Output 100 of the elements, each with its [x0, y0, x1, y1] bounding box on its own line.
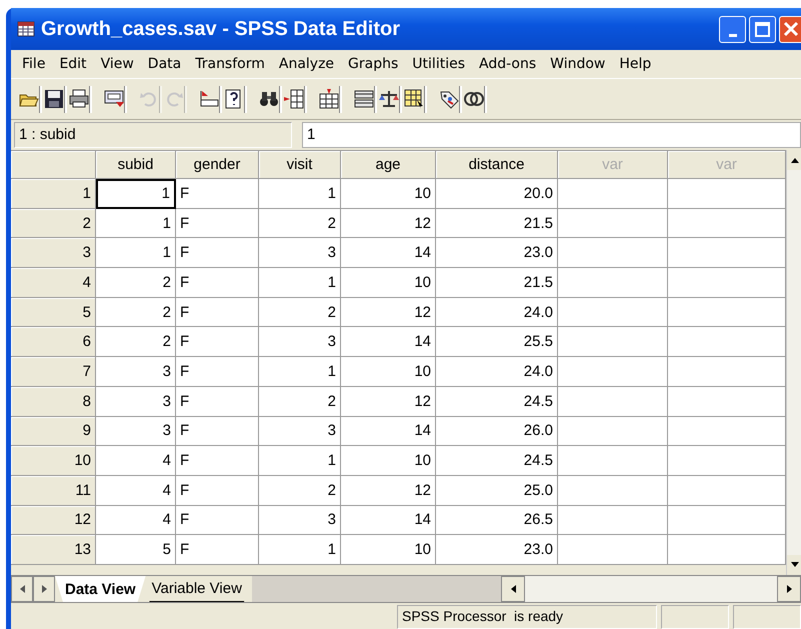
scroll-up-button[interactable] [787, 150, 801, 170]
right-arrow-icon [40, 584, 48, 594]
close-icon [782, 21, 798, 37]
dialog-button[interactable] [102, 86, 127, 112]
table-cell: 3 [96, 416, 176, 446]
row-header[interactable]: 4 [11, 268, 96, 298]
table-cell: 24.0 [436, 357, 558, 387]
row-header[interactable]: 12 [11, 506, 96, 536]
right-arrow-icon [784, 584, 794, 594]
column-header[interactable]: distance [436, 151, 558, 179]
minimize-button[interactable] [719, 16, 746, 42]
split-file-button[interactable] [352, 86, 377, 112]
table-cell: 26.5 [436, 506, 558, 536]
insert-variable-icon [318, 88, 340, 110]
table-cell: F [176, 179, 259, 209]
menu-item[interactable]: Transform [188, 54, 272, 74]
table-cell: 25.0 [436, 476, 558, 506]
table-cell: 25.5 [436, 327, 558, 358]
row-header[interactable]: 3 [11, 238, 96, 268]
table-cell: 12 [341, 298, 436, 328]
table-cell: 10 [341, 535, 436, 565]
menu-item[interactable]: Edit [52, 54, 94, 74]
menu-item[interactable]: Graphs [341, 54, 406, 74]
menu-item[interactable]: Data [140, 54, 188, 74]
table-cell: 4 [96, 476, 176, 506]
table-cell: 10 [341, 446, 436, 476]
table-cell: 2 [96, 327, 176, 358]
table-cell: 2 [259, 208, 341, 238]
table-cell: 20.0 [436, 179, 558, 209]
table-cell: 2 [259, 476, 341, 506]
maximize-icon [755, 22, 770, 36]
menu-item[interactable]: File [15, 54, 52, 74]
row-header[interactable]: 7 [11, 357, 96, 387]
table-cell: 10 [341, 357, 436, 387]
menu-item[interactable]: Utilities [405, 54, 472, 74]
row-header[interactable]: 5 [11, 298, 96, 328]
column-header[interactable]: age [341, 151, 436, 179]
table-cell: 1 [259, 535, 341, 565]
table-cell: 3 [259, 238, 341, 268]
table-cell: 10 [341, 179, 436, 209]
menu-item[interactable]: View [94, 54, 141, 74]
save-button[interactable] [42, 86, 67, 112]
row-header[interactable]: 1 [11, 179, 96, 209]
scale-button[interactable] [377, 86, 402, 112]
first-tab-button[interactable] [11, 576, 33, 602]
table-cell: F [176, 298, 259, 328]
view-tab[interactable]: Data View [55, 576, 146, 602]
table-cell: 2 [96, 268, 176, 298]
binoculars-button[interactable] [257, 86, 282, 112]
row-header[interactable]: 13 [11, 535, 96, 565]
table-cell: F [176, 208, 259, 238]
table-cell: F [176, 476, 259, 506]
printer-button[interactable] [67, 86, 92, 112]
overlapping-circles-button[interactable] [462, 86, 487, 112]
table-cell: 14 [341, 238, 436, 268]
table-cell: 1 [96, 179, 176, 209]
table-cell: 4 [96, 506, 176, 536]
column-header[interactable]: visit [259, 151, 341, 179]
row-header[interactable]: 8 [11, 386, 96, 416]
row-header[interactable]: 11 [11, 476, 96, 506]
select-cases-button[interactable] [402, 86, 427, 112]
table-cell: 14 [341, 506, 436, 536]
menu-item[interactable]: Window [543, 54, 612, 74]
insert-variable-button[interactable] [317, 86, 342, 112]
insert-case-icon [282, 88, 304, 110]
scroll-left-button[interactable] [501, 576, 525, 602]
table-cell: 21.5 [436, 208, 558, 238]
table-cell: 14 [341, 416, 436, 446]
menu-item[interactable]: Add-ons [472, 54, 544, 74]
open-folder-button[interactable] [17, 86, 42, 112]
status-message: SPSS Processor is ready [397, 605, 657, 629]
table-cell: F [176, 327, 259, 358]
last-tab-button[interactable] [33, 576, 55, 602]
table-cell: 26.0 [436, 416, 558, 446]
scroll-down-button[interactable] [787, 555, 801, 575]
table-cell: 12 [341, 208, 436, 238]
down-arrow-icon [790, 561, 800, 569]
status-panel [661, 605, 729, 629]
insert-case-button[interactable] [282, 86, 307, 112]
menu-item[interactable]: Analyze [272, 54, 342, 74]
close-button[interactable] [779, 16, 801, 42]
table-cell: 23.0 [436, 535, 558, 565]
table-cell: F [176, 446, 259, 476]
menu-item[interactable]: Help [612, 54, 658, 74]
row-header[interactable]: 2 [11, 208, 96, 238]
cell-value-field[interactable]: 1 [302, 122, 801, 148]
table-cell: 1 [259, 179, 341, 209]
split-file-icon [352, 88, 374, 110]
minimize-icon [728, 34, 736, 36]
scroll-right-button[interactable] [777, 576, 801, 602]
column-header[interactable]: gender [176, 151, 259, 179]
row-header[interactable]: 10 [11, 446, 96, 476]
select-cases-icon [402, 88, 424, 110]
column-header[interactable]: subid [96, 151, 176, 179]
row-header[interactable]: 6 [11, 327, 96, 358]
maximize-button[interactable] [749, 16, 776, 42]
table-cell: 5 [96, 535, 176, 565]
table-cell: F [176, 416, 259, 446]
row-header[interactable]: 9 [11, 416, 96, 446]
scale-icon [378, 88, 400, 110]
